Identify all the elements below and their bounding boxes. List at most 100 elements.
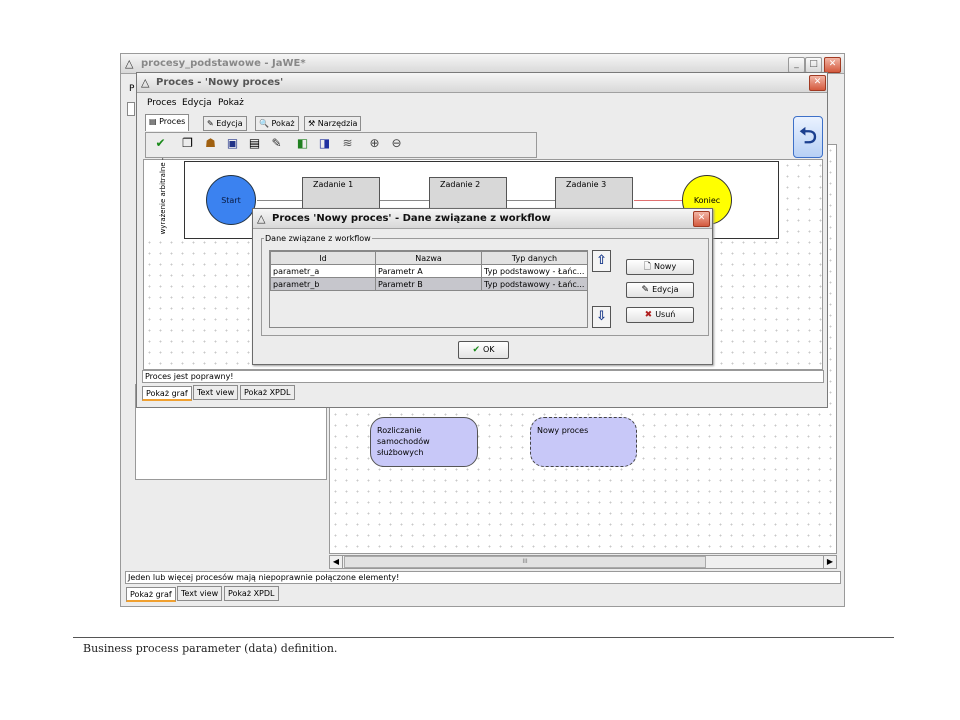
caption-rule: [73, 637, 894, 638]
table-cell[interactable]: Typ podstawowy - Łańc...: [481, 277, 588, 291]
minimize-button[interactable]: _: [788, 57, 805, 73]
process-status-text: Proces jest poprawny!: [145, 372, 234, 381]
delete-button-label: Usuń: [655, 310, 676, 319]
move-up-button[interactable]: ⇧: [592, 250, 611, 272]
main-status-text: Jeden lub więcej procesów mają niepopraw…: [128, 573, 400, 582]
edit-button-label: Edycja: [652, 285, 679, 294]
go-up-button[interactable]: ⮌: [793, 116, 823, 158]
toolbar-tab-narzedzia[interactable]: ⚒ Narzędzia: [304, 116, 362, 131]
main-tab-text-view[interactable]: Text view: [177, 586, 223, 601]
figure-caption: Business process parameter (data) defini…: [83, 642, 338, 655]
transition-start-task1[interactable]: [257, 200, 304, 201]
toolbar-tab-proces-label: Proces: [159, 117, 186, 126]
edit-button[interactable]: ✎ Edycja: [626, 282, 694, 298]
main-tab-pokaz-xpdl[interactable]: Pokaż XPDL: [224, 586, 279, 601]
main-window-titlebar: △ procesy_podstawowe - JaWE* _ □ ✕: [121, 54, 844, 74]
process-tab-text-view[interactable]: Text view: [193, 385, 239, 400]
layers-icon[interactable]: ≋: [339, 135, 356, 151]
new-doc-icon: 🗋: [643, 262, 652, 272]
dialog-icon: △: [257, 212, 266, 225]
workflow-data-dialog: △ Proces 'Nowy proces' - Dane związane z…: [252, 208, 713, 365]
table-cell[interactable]: Parametr B: [375, 277, 482, 291]
horizontal-scrollbar[interactable]: ◀ III ▶: [329, 555, 837, 569]
dialog-title: Proces 'Nowy proces' - Dane związane z w…: [272, 213, 551, 224]
activity-set-blue-icon[interactable]: ◨: [316, 135, 333, 151]
process-window-icon: △: [141, 76, 150, 89]
edit-tab-icon: ✎: [207, 119, 214, 128]
zoom-out-icon[interactable]: ⊖: [388, 135, 405, 151]
menu-pokaz[interactable]: Pokaż: [218, 98, 244, 108]
tools-tab-icon: ⚒: [308, 119, 316, 128]
move-down-button[interactable]: ⇩: [592, 306, 611, 328]
main-tab-pokaz-graf[interactable]: Pokaż graf: [126, 587, 176, 602]
process-node-nowy-proces[interactable]: Nowy proces: [530, 417, 637, 467]
transition-task2-task3[interactable]: [507, 200, 557, 201]
toolbar-tab-edycja[interactable]: ✎ Edycja: [203, 116, 247, 131]
scroll-right-arrow[interactable]: ▶: [823, 556, 836, 568]
transition-task1-task2[interactable]: [380, 200, 430, 201]
document-icon[interactable]: ▤: [246, 135, 263, 151]
app-icon: △: [125, 57, 134, 70]
process-status-bar: Proces jest poprawny!: [142, 370, 824, 383]
dialog-close-button[interactable]: ✕: [693, 211, 710, 227]
data-table[interactable]: Id Nazwa Typ danych parametr_a Parametr …: [270, 251, 588, 291]
activity-set-icon[interactable]: ◧: [294, 135, 311, 151]
scroll-thumb[interactable]: III: [344, 556, 706, 568]
ok-button[interactable]: ✔ OK: [458, 341, 509, 359]
view-tab-icon: 🔍: [259, 119, 269, 128]
maximize-button[interactable]: □: [805, 57, 822, 73]
menu-proces[interactable]: Proces: [147, 98, 176, 108]
process-node-rozliczanie[interactable]: Rozliczanie samochodów służbowych: [370, 417, 478, 467]
main-toolbar-stub: [127, 102, 135, 116]
toolbar-tab-proces[interactable]: ▤ Proces: [145, 114, 190, 131]
scroll-thumb-grip: III: [522, 558, 528, 565]
toolbar-tab-edycja-label: Edycja: [216, 119, 243, 128]
computer-icon[interactable]: ▣: [224, 135, 241, 151]
proces-tab-icon: ▤: [149, 117, 157, 126]
workflow-data-group-label: Dane związane z workflow: [264, 234, 372, 243]
table-row[interactable]: parametr_a Parametr A Typ podstawowy - Ł…: [270, 264, 588, 278]
main-menu-letter[interactable]: P: [129, 84, 134, 94]
scroll-left-arrow[interactable]: ◀: [330, 556, 343, 568]
start-node[interactable]: Start: [206, 175, 256, 225]
main-status-bar: Jeden lub więcej procesów mają niepopraw…: [125, 571, 841, 584]
column-header-typ[interactable]: Typ danych: [481, 251, 588, 265]
toolbar-tab-pokaz-label: Pokaż: [271, 119, 295, 128]
process-window-titlebar: △ Proces - 'Nowy proces' ✕: [137, 73, 827, 93]
check-icon[interactable]: ✔: [152, 135, 169, 151]
new-button-label: Nowy: [654, 262, 677, 271]
new-button[interactable]: 🗋 Nowy: [626, 259, 694, 275]
process-toolbar: ✔ ❐ ☗ ▣ ▤ ✎ ◧ ◨ ≋ ⊕ ⊖: [145, 132, 537, 158]
process-window-close-button[interactable]: ✕: [809, 75, 826, 91]
dialog-titlebar: △ Proces 'Nowy proces' - Dane związane z…: [253, 209, 712, 229]
swimlane-label: wyrażenie arbitralne -: [159, 157, 167, 235]
edit-doc-icon[interactable]: ✎: [268, 135, 285, 151]
window-icon[interactable]: ❐: [179, 135, 196, 151]
start-node-label: Start: [221, 196, 241, 205]
process-tab-pokaz-graf[interactable]: Pokaż graf: [142, 386, 192, 401]
participants-icon[interactable]: ☗: [202, 135, 219, 151]
zoom-in-icon[interactable]: ⊕: [366, 135, 383, 151]
menu-edycja[interactable]: Edycja: [182, 98, 212, 108]
main-window-title: procesy_podstawowe - JaWE*: [141, 58, 306, 69]
delete-doc-icon: ✖: [644, 310, 653, 320]
table-row-selected[interactable]: parametr_b Parametr B Typ podstawowy - Ł…: [270, 277, 588, 291]
process-tab-pokaz-xpdl[interactable]: Pokaż XPDL: [240, 385, 295, 400]
end-node-label: Koniec: [693, 196, 721, 205]
toolbar-tab-narzedzia-label: Narzędzia: [317, 119, 358, 128]
delete-button[interactable]: ✖ Usuń: [626, 307, 694, 323]
close-button[interactable]: ✕: [824, 57, 841, 73]
table-cell[interactable]: Typ podstawowy - Łańc...: [481, 264, 588, 278]
ok-check-icon: ✔: [472, 345, 480, 355]
table-cell[interactable]: parametr_b: [270, 277, 376, 291]
ok-button-label: OK: [483, 345, 495, 354]
table-cell[interactable]: Parametr A: [375, 264, 482, 278]
table-cell[interactable]: parametr_a: [270, 264, 376, 278]
transition-task3-end[interactable]: [634, 200, 682, 201]
edit-doc-icon: ✎: [641, 285, 650, 295]
toolbar-tab-pokaz[interactable]: 🔍 Pokaż: [255, 116, 299, 131]
column-header-nazwa[interactable]: Nazwa: [375, 251, 482, 265]
process-window-title: Proces - 'Nowy proces': [156, 77, 284, 88]
table-header-row: Id Nazwa Typ danych: [270, 251, 588, 265]
column-header-id[interactable]: Id: [270, 251, 376, 265]
